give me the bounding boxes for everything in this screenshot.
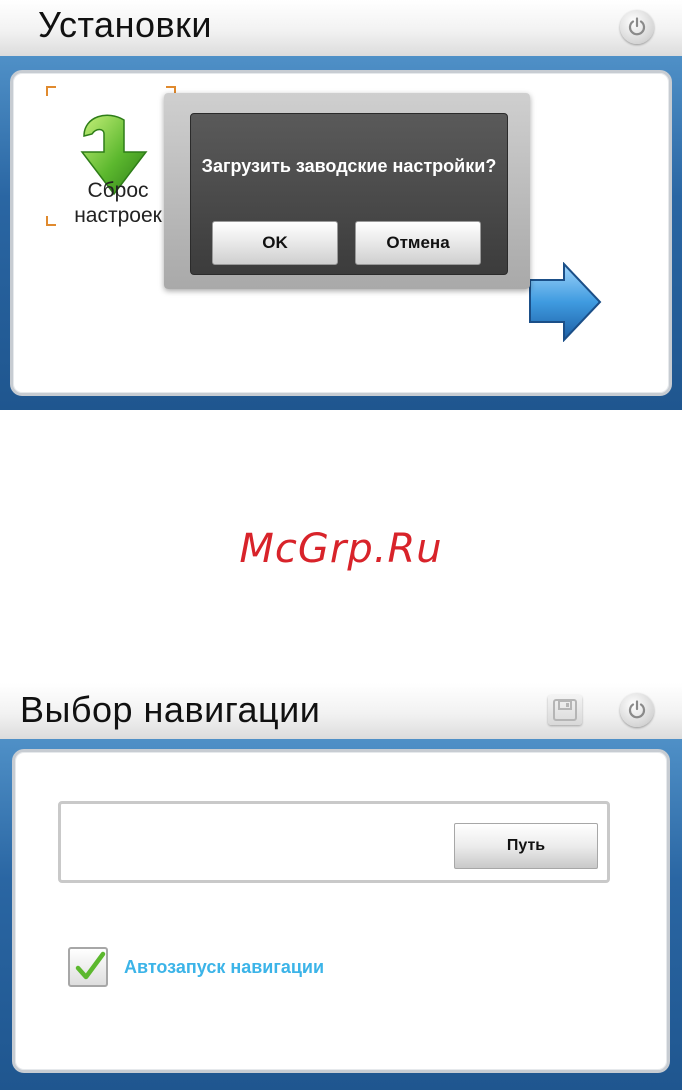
- settings-screen: Установки Сброс настроек Загрузить завод…: [0, 0, 682, 410]
- content-panel: [12, 749, 670, 1073]
- title-bar: Установки: [0, 0, 682, 56]
- autostart-label[interactable]: Автозапуск навигации: [124, 957, 324, 978]
- autostart-checkbox[interactable]: [68, 947, 108, 987]
- page-title: Установки: [38, 4, 212, 45]
- ok-button[interactable]: OK: [212, 221, 338, 265]
- blue-right-arrow-icon[interactable]: [528, 262, 602, 342]
- path-input[interactable]: [69, 812, 453, 874]
- power-icon[interactable]: [620, 10, 654, 44]
- cancel-button[interactable]: Отмена: [355, 221, 481, 265]
- selection-corner: [46, 216, 56, 226]
- navigation-select-screen: Выбор навигации: [0, 683, 682, 1090]
- page-title: Выбор навигации: [20, 689, 321, 730]
- checkmark-icon: [75, 951, 106, 980]
- dialog-message: Загрузить заводские настройки?: [201, 156, 497, 176]
- title-bar: Выбор навигации: [0, 683, 682, 739]
- selection-corner: [46, 86, 56, 96]
- reset-settings-label: Сброс настроек: [74, 179, 162, 227]
- path-button[interactable]: Путь: [454, 823, 598, 869]
- reset-settings-item[interactable]: Сброс настроек: [46, 86, 176, 227]
- watermark: McGrp.Ru: [239, 526, 443, 572]
- save-icon[interactable]: [548, 695, 582, 725]
- power-icon[interactable]: [620, 693, 654, 727]
